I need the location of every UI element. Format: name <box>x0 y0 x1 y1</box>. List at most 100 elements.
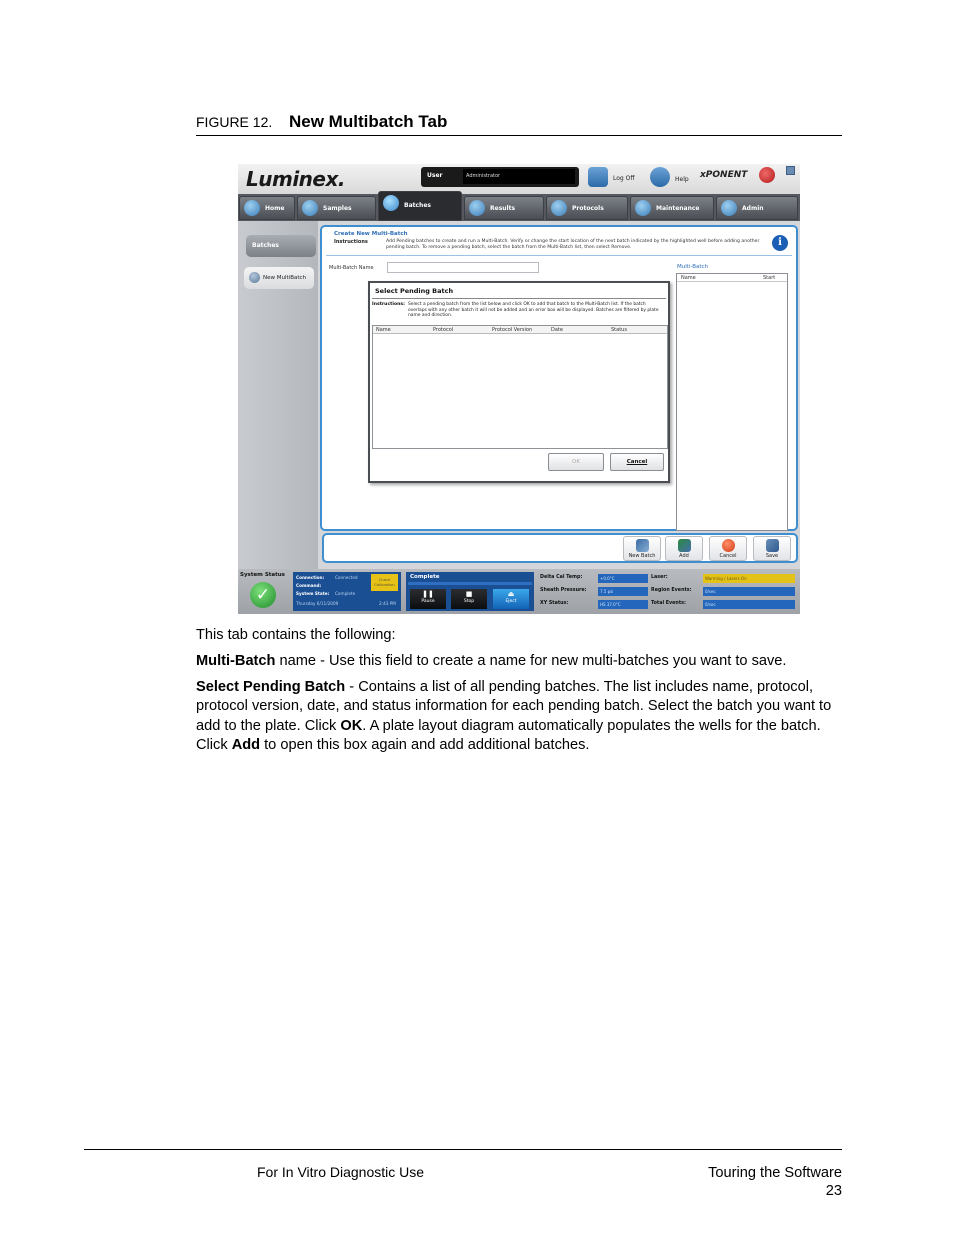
laser-label: Laser: <box>651 575 668 580</box>
multibatch-name-input[interactable] <box>387 262 539 273</box>
connection-label: Connection: <box>296 575 325 580</box>
column-start[interactable]: Start <box>763 275 775 281</box>
check-calibration-warning[interactable]: Check Calibration <box>371 574 398 591</box>
column-date[interactable]: Date <box>551 327 563 333</box>
instructions-label: Instructions <box>334 239 368 245</box>
run-progress-bar <box>408 582 532 585</box>
ok-button[interactable]: OK <box>548 453 604 471</box>
system-status-label: System Status <box>240 572 285 578</box>
system-state-label: System State: <box>296 591 330 596</box>
eject-icon: ⏏ <box>507 590 515 598</box>
user-field[interactable]: Administrator <box>463 169 575 184</box>
delta-cal-value: +0.0°C <box>598 574 648 583</box>
content-area: Batches New MultiBatch Create New Multi-… <box>238 221 800 569</box>
cancel-icon <box>721 539 735 552</box>
tab-results-label: Results <box>490 205 516 212</box>
date-value: Thursday 6/11/2009 <box>296 601 339 606</box>
cancel-button[interactable]: Cancel <box>610 453 664 471</box>
divider <box>326 255 792 256</box>
column-name[interactable]: Name <box>681 275 696 281</box>
dialog-instructions-text: Select a pending batch from the list bel… <box>408 302 659 318</box>
add-button[interactable]: Add <box>665 536 703 561</box>
run-status: Complete <box>410 574 440 580</box>
ok-term: OK <box>340 717 363 734</box>
column-name[interactable]: Name <box>376 327 391 333</box>
status-bar: System Status ✓ Connection: Connected Co… <box>238 569 800 614</box>
pending-batch-table-header: Name Protocol Protocol Version Date Stat… <box>373 326 667 334</box>
sheath-pressure-row: Sheath Pressure: 7.5 psi <box>540 587 660 596</box>
dialog-instructions-label: Instructions: <box>372 302 405 307</box>
pause-label: Pause <box>421 599 435 604</box>
total-events-label: Total Events: <box>651 601 686 606</box>
add-icon <box>677 539 691 552</box>
column-protocol-version[interactable]: Protocol Version <box>492 327 532 333</box>
tab-maintenance[interactable]: Maintenance <box>630 196 714 220</box>
panel-title: Create New Multi-Batch <box>334 231 408 237</box>
multibatch-icon <box>249 272 260 283</box>
admin-icon <box>721 200 737 216</box>
tab-home[interactable]: Home <box>239 196 295 220</box>
tab-batches[interactable]: Batches <box>378 191 462 221</box>
tab-batches-label: Batches <box>404 202 431 209</box>
delta-cal-label: Delta Cal Temp: <box>540 575 583 580</box>
tab-samples[interactable]: Samples <box>297 196 376 220</box>
tab-admin[interactable]: Admin <box>716 196 798 220</box>
figure-label: FIGURE 12. <box>196 114 273 130</box>
save-button[interactable]: Save <box>753 536 791 561</box>
cancel-action-label: Cancel <box>719 553 737 559</box>
footer-disclaimer: For In Vitro Diagnostic Use <box>257 1164 425 1180</box>
select-pending-paragraph: Select Pending Batch - Contains a list o… <box>196 678 846 756</box>
subnav-batches[interactable]: Batches <box>246 235 316 257</box>
dialog-title: Select Pending Batch <box>375 287 454 295</box>
main-tabs: Home Samples Batches Results Protocols M… <box>238 191 800 221</box>
footer-divider <box>84 1149 842 1150</box>
pending-batch-table[interactable]: Name Protocol Protocol Version Date Stat… <box>372 325 668 449</box>
run-panel: Complete ❚❚ Pause ■ Stop ⏏ Eject <box>406 572 534 611</box>
sheath-pressure-value: 7.5 psi <box>598 587 648 596</box>
total-events-value: 0/sec <box>703 600 795 609</box>
luminex-logo: Luminex. <box>246 167 345 191</box>
tab-protocols[interactable]: Protocols <box>546 196 628 220</box>
figure-title: New Multibatch Tab <box>289 112 448 131</box>
multibatch-description: name - Use this field to create a name f… <box>275 653 787 669</box>
help-icon[interactable] <box>650 167 670 187</box>
xy-status-label: XY Status: <box>540 601 569 606</box>
batches-icon <box>383 195 399 211</box>
multibatch-name-label: Multi-Batch Name <box>329 265 374 271</box>
pause-button[interactable]: ❚❚ Pause <box>410 589 446 609</box>
connection-value: Connected <box>335 575 358 580</box>
home-icon <box>244 200 260 216</box>
logoff-icon[interactable] <box>588 167 608 187</box>
time-value: 2:43 PM <box>379 601 396 606</box>
tab-samples-label: Samples <box>323 205 352 212</box>
tab-maintenance-label: Maintenance <box>656 205 700 212</box>
stop-button[interactable]: ■ Stop <box>451 589 487 609</box>
minimize-button[interactable] <box>786 166 795 175</box>
new-batch-button[interactable]: New Batch <box>623 536 661 561</box>
left-subnav: Batches New MultiBatch <box>238 221 318 569</box>
subnav-new-multibatch[interactable]: New MultiBatch <box>244 267 314 289</box>
add-label: Add <box>679 553 689 559</box>
instrument-meters: Delta Cal Temp: +0.0°C Sheath Pressure: … <box>538 572 798 611</box>
pause-icon: ❚❚ <box>422 590 434 598</box>
system-state-value: Complete <box>335 591 356 596</box>
action-bar: New Batch Add Cancel Save <box>322 533 798 563</box>
column-status[interactable]: Status <box>611 327 627 333</box>
tab-home-label: Home <box>265 205 285 212</box>
help-label[interactable]: Help <box>675 176 689 183</box>
select-pending-desc-c: to open this box again and add additiona… <box>260 737 590 754</box>
multibatch-list[interactable]: Name Start <box>676 273 788 531</box>
protocols-icon <box>551 200 567 216</box>
cancel-action-button[interactable]: Cancel <box>709 536 747 561</box>
tab-results[interactable]: Results <box>464 196 544 220</box>
column-protocol[interactable]: Protocol <box>433 327 453 333</box>
tab-protocols-label: Protocols <box>572 205 604 212</box>
multibatch-paragraph: Multi-Batch name - Use this field to cre… <box>196 652 846 671</box>
logoff-label[interactable]: Log Off <box>613 175 634 182</box>
tab-admin-label: Admin <box>742 205 764 212</box>
eject-button[interactable]: ⏏ Eject <box>493 589 529 609</box>
total-events-row: Total Events: 0/sec <box>651 600 797 609</box>
info-icon[interactable]: i <box>772 235 788 251</box>
figure-caption: FIGURE 12. New Multibatch Tab <box>196 112 842 136</box>
delta-cal-row: Delta Cal Temp: +0.0°C <box>540 574 660 583</box>
